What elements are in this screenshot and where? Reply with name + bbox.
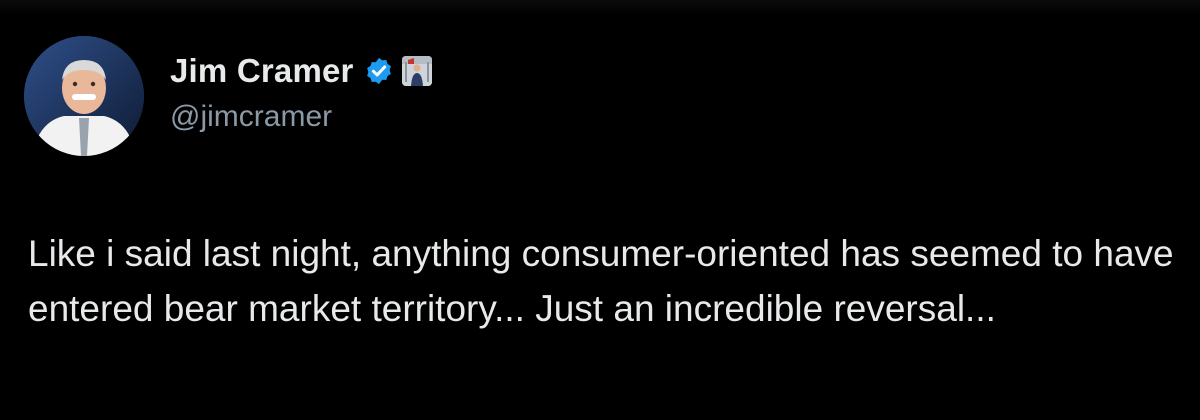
top-edge [0,0,1200,14]
affiliate-badge-icon[interactable] [401,56,432,86]
avatar[interactable] [24,36,144,156]
avatar-photo-icon [24,36,144,156]
verified-badge-icon [364,56,394,86]
author-row: Jim Cramer [170,46,432,96]
username-handle[interactable]: @jimcramer [170,100,332,134]
tweet-card: Jim Cramer @jimcramer Like i said last n… [0,0,1200,420]
tweet-text: Like i said last night, anything consume… [28,233,1184,329]
display-name[interactable]: Jim Cramer [170,52,354,90]
